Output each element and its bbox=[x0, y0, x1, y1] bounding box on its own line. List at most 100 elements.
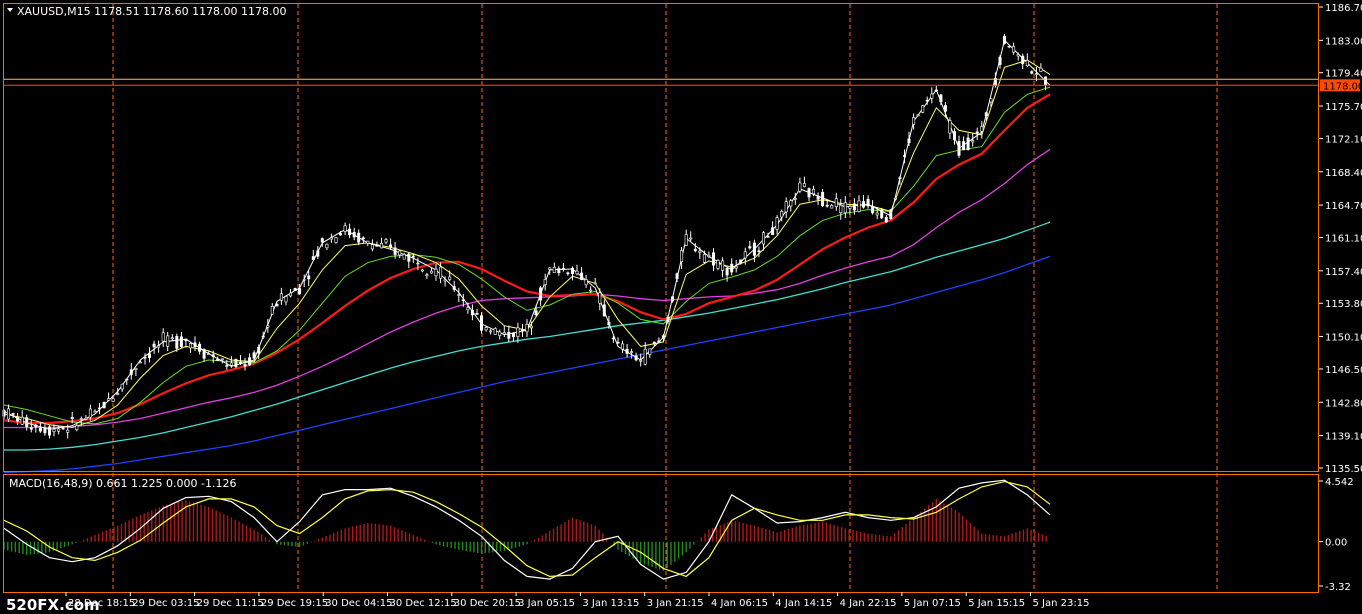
time-tick-label: 4 Jan 22:15 bbox=[840, 598, 897, 609]
candle-body bbox=[984, 112, 988, 117]
candle-body bbox=[507, 331, 511, 339]
candle-body bbox=[698, 250, 702, 253]
candle-body bbox=[166, 335, 170, 347]
candle-body bbox=[852, 203, 856, 211]
candle-body bbox=[170, 337, 174, 340]
candle-body bbox=[620, 343, 624, 350]
candle-body bbox=[584, 279, 588, 286]
time-tick-label: 3 Jan 05:15 bbox=[518, 598, 575, 609]
candle-body bbox=[634, 355, 638, 361]
candle-body bbox=[457, 294, 461, 296]
candle-body bbox=[20, 416, 24, 425]
candle-body bbox=[57, 428, 61, 432]
candle-body bbox=[802, 183, 806, 187]
candle-body bbox=[711, 252, 715, 266]
candle-body bbox=[811, 188, 815, 194]
candle-body bbox=[962, 141, 966, 151]
candle-body bbox=[757, 250, 761, 252]
candle-body bbox=[411, 255, 415, 258]
candle-body bbox=[666, 316, 670, 322]
candle-body bbox=[893, 198, 897, 200]
candle-body bbox=[493, 328, 497, 335]
price-tick-label: 1157.40 bbox=[1325, 267, 1362, 278]
candle-body bbox=[93, 410, 97, 413]
candle-body bbox=[279, 293, 283, 301]
candle-body bbox=[220, 358, 224, 361]
candle-body bbox=[543, 279, 547, 285]
trading-chart[interactable]: 1186.70 1183.00 1179.40 1175.70 1172.10 1168.… bbox=[0, 0, 1362, 614]
candle-body bbox=[370, 244, 374, 250]
candle-body bbox=[484, 327, 488, 331]
candle-body bbox=[557, 268, 561, 274]
candle-body bbox=[980, 126, 984, 132]
candle-body bbox=[307, 275, 311, 280]
candle-body bbox=[907, 138, 911, 143]
candle-body bbox=[807, 188, 811, 198]
candle-body bbox=[552, 266, 556, 273]
candle-body bbox=[366, 240, 370, 244]
candle-body bbox=[470, 309, 474, 316]
candle-body bbox=[393, 247, 397, 255]
candle-body bbox=[11, 412, 15, 415]
candle-body bbox=[229, 362, 233, 366]
candle-body bbox=[875, 212, 879, 216]
candle-body bbox=[420, 269, 424, 272]
candle-body bbox=[184, 338, 188, 342]
time-tick-label: 4 Jan 06:15 bbox=[711, 598, 768, 609]
time-tick-label: 5 Jan 23:15 bbox=[1033, 598, 1090, 609]
candle-body bbox=[598, 292, 602, 304]
candle-body bbox=[111, 398, 115, 402]
time-tick-label: 29 Dec 19:15 bbox=[261, 598, 328, 609]
time-tick-label: 30 Dec 04:15 bbox=[325, 598, 392, 609]
candle-body bbox=[743, 251, 747, 259]
time-tick-label: 30 Dec 12:15 bbox=[390, 598, 457, 609]
time-tick-label: 3 Jan 21:15 bbox=[647, 598, 704, 609]
candle-body bbox=[102, 401, 106, 409]
candle-body bbox=[125, 378, 129, 381]
candle-body bbox=[402, 254, 406, 260]
candle-body bbox=[916, 114, 920, 117]
candle-body bbox=[952, 131, 956, 141]
candle-body bbox=[407, 253, 411, 262]
candle-body bbox=[320, 238, 324, 243]
macd-tick-label: 0.00 bbox=[1325, 538, 1347, 549]
time-tick-label: 5 Jan 07:15 bbox=[904, 598, 961, 609]
candle-body bbox=[84, 417, 88, 420]
candle-body bbox=[902, 155, 906, 157]
candle-body bbox=[316, 250, 320, 257]
candle-body bbox=[198, 343, 202, 352]
candle-body bbox=[561, 268, 565, 270]
candle-body bbox=[548, 267, 552, 270]
candle-body bbox=[884, 217, 888, 223]
candle-body bbox=[921, 105, 925, 113]
price-tick-label: 1172.10 bbox=[1325, 134, 1362, 145]
price-tick-label: 1139.10 bbox=[1325, 432, 1362, 443]
price-axis[interactable]: 1186.70 1183.00 1179.40 1175.70 1172.10 1168.… bbox=[1319, 3, 1362, 475]
candle-body bbox=[257, 346, 261, 354]
candle-body bbox=[25, 417, 29, 427]
candle-body bbox=[207, 353, 211, 355]
candle-body bbox=[861, 201, 865, 208]
candle-body bbox=[384, 239, 388, 243]
candle-body bbox=[789, 200, 793, 207]
candle-body bbox=[161, 332, 165, 342]
candle-body bbox=[502, 332, 506, 335]
candle-body bbox=[998, 56, 1002, 65]
candle-body bbox=[429, 270, 433, 274]
candle-body bbox=[934, 89, 938, 92]
candle-body bbox=[1034, 73, 1038, 75]
candle-body bbox=[416, 262, 420, 265]
candle-body bbox=[593, 282, 597, 285]
candle-body bbox=[202, 349, 206, 359]
candle-body bbox=[661, 335, 665, 338]
candle-body bbox=[325, 243, 329, 249]
candle-body bbox=[948, 120, 952, 134]
candle-body bbox=[871, 206, 875, 214]
candle-body bbox=[357, 232, 361, 243]
candle-body bbox=[348, 228, 352, 235]
candle-body bbox=[443, 279, 447, 282]
candle-body bbox=[525, 323, 529, 333]
candle-body bbox=[670, 296, 674, 302]
candle-body bbox=[957, 141, 961, 156]
watermark: 520FX.com bbox=[6, 596, 100, 614]
